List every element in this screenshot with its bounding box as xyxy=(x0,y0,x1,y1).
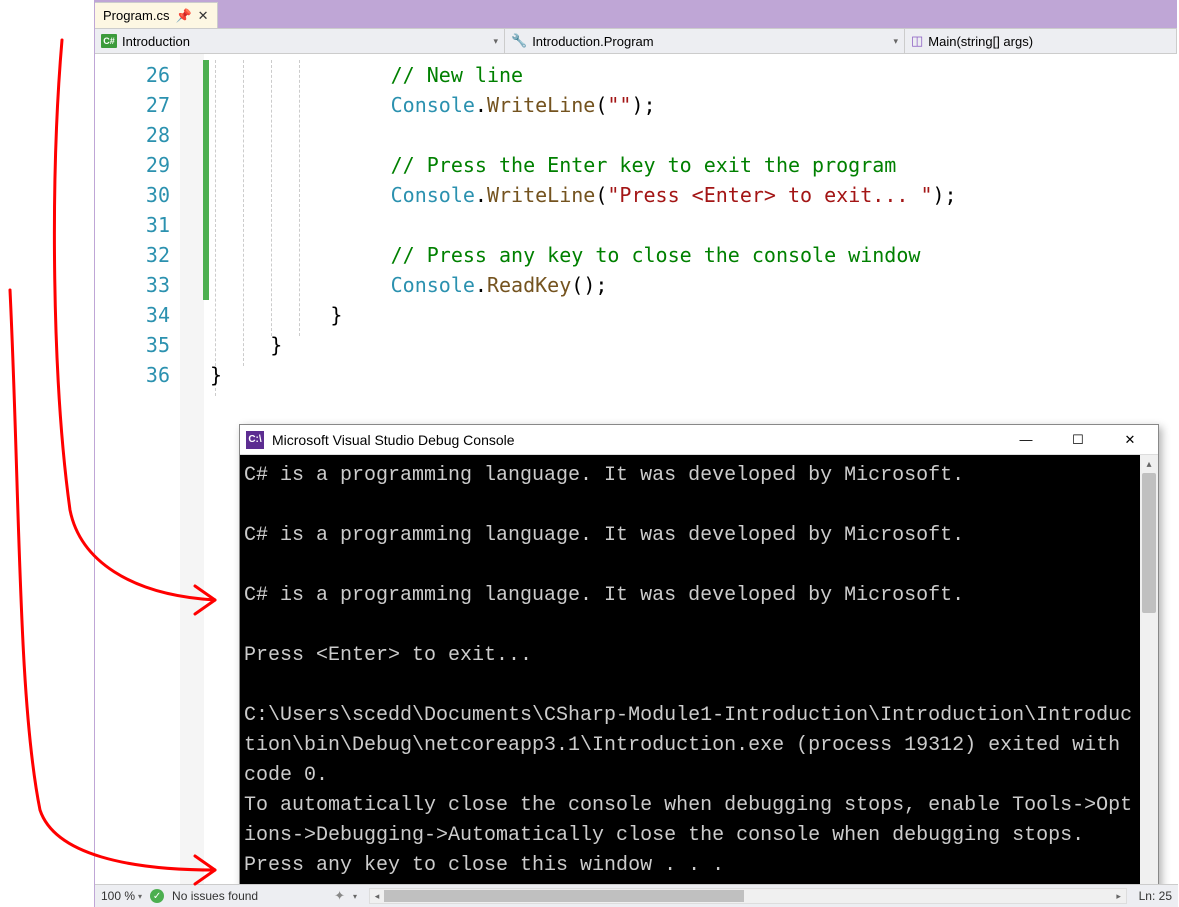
issues-label: No issues found xyxy=(172,889,258,903)
scroll-up-button[interactable]: ▴ xyxy=(1140,455,1158,473)
ide-area: Program.cs 📌 ✕ C# Introduction ▾ 🔧 Intro… xyxy=(94,0,1177,907)
scope-class-dropdown[interactable]: 🔧 Introduction.Program ▾ xyxy=(505,29,905,53)
tab-program-cs[interactable]: Program.cs 📌 ✕ xyxy=(95,2,218,28)
line-number-gutter: 26 27 28 29 30 31 32 33 34 35 36 xyxy=(95,54,180,390)
maximize-icon: ☐ xyxy=(1072,432,1084,448)
scope-method-dropdown[interactable]: ◫ Main(string[] args) xyxy=(905,29,1177,53)
console-scrollbar[interactable]: ▴ ▾ xyxy=(1140,455,1158,888)
tab-label: Program.cs xyxy=(103,8,169,23)
scope-method-label: Main(string[] args) xyxy=(928,34,1033,49)
close-icon: ✕ xyxy=(1125,432,1136,448)
scroll-thumb[interactable] xyxy=(384,890,744,902)
line-info: Ln: 25 xyxy=(1139,889,1172,903)
console-titlebar[interactable]: C:\ Microsoft Visual Studio Debug Consol… xyxy=(240,425,1158,455)
check-icon: ✓ xyxy=(150,889,164,903)
lightbulb-icon[interactable]: ✦ xyxy=(334,888,345,904)
console-title: Microsoft Visual Studio Debug Console xyxy=(272,432,996,448)
pin-icon[interactable]: 📌 xyxy=(175,8,191,24)
scroll-right-button[interactable]: ▸ xyxy=(1112,889,1126,903)
line-number: 28 xyxy=(95,120,180,150)
scope-namespace-label: Introduction xyxy=(122,34,190,49)
line-number: 36 xyxy=(95,360,180,390)
cube-icon: ◫ xyxy=(911,33,923,49)
line-number: 30 xyxy=(95,180,180,210)
chevron-down-icon: ▾ xyxy=(493,36,498,47)
code-content: // New line Console.WriteLine(""); // Pr… xyxy=(210,60,957,390)
console-icon: C:\ xyxy=(246,431,264,449)
zoom-label: 100 % xyxy=(101,889,135,903)
line-number: 26 xyxy=(95,60,180,90)
line-number: 27 xyxy=(95,90,180,120)
code-editor[interactable]: 26 27 28 29 30 31 32 33 34 35 36 // New … xyxy=(95,54,1177,888)
scroll-thumb[interactable] xyxy=(1142,473,1156,613)
chevron-down-icon: ▾ xyxy=(138,892,142,901)
cs-badge-icon: C# xyxy=(101,34,117,48)
chevron-down-icon[interactable]: ▾ xyxy=(353,892,357,901)
horizontal-scrollbar[interactable]: ◂ ▸ xyxy=(369,888,1127,904)
line-number: 34 xyxy=(95,300,180,330)
minimize-button[interactable]: — xyxy=(1004,425,1048,455)
status-bar: 100 % ▾ ✓ No issues found ✦ ▾ ◂ ▸ Ln: 25 xyxy=(95,884,1178,907)
maximize-button[interactable]: ☐ xyxy=(1056,425,1100,455)
marker-strip xyxy=(180,54,204,888)
close-icon[interactable]: ✕ xyxy=(198,8,209,24)
line-number: 29 xyxy=(95,150,180,180)
zoom-control[interactable]: 100 % ▾ xyxy=(101,889,142,903)
scroll-left-button[interactable]: ◂ xyxy=(370,889,384,903)
navigator-bar: C# Introduction ▾ 🔧 Introduction.Program… xyxy=(95,28,1177,54)
line-number: 31 xyxy=(95,210,180,240)
console-output[interactable]: C# is a programming language. It was dev… xyxy=(240,455,1140,888)
scope-namespace-dropdown[interactable]: C# Introduction ▾ xyxy=(95,29,505,53)
line-number: 32 xyxy=(95,240,180,270)
close-button[interactable]: ✕ xyxy=(1108,425,1152,455)
wrench-icon: 🔧 xyxy=(511,33,527,49)
line-number: 35 xyxy=(95,330,180,360)
debug-console-window: C:\ Microsoft Visual Studio Debug Consol… xyxy=(239,424,1159,888)
change-marker xyxy=(203,60,209,300)
line-number: 33 xyxy=(95,270,180,300)
tab-bar: Program.cs 📌 ✕ xyxy=(95,0,1177,28)
chevron-down-icon: ▾ xyxy=(893,36,898,47)
scope-class-label: Introduction.Program xyxy=(532,34,653,49)
minimize-icon: — xyxy=(1020,432,1033,447)
